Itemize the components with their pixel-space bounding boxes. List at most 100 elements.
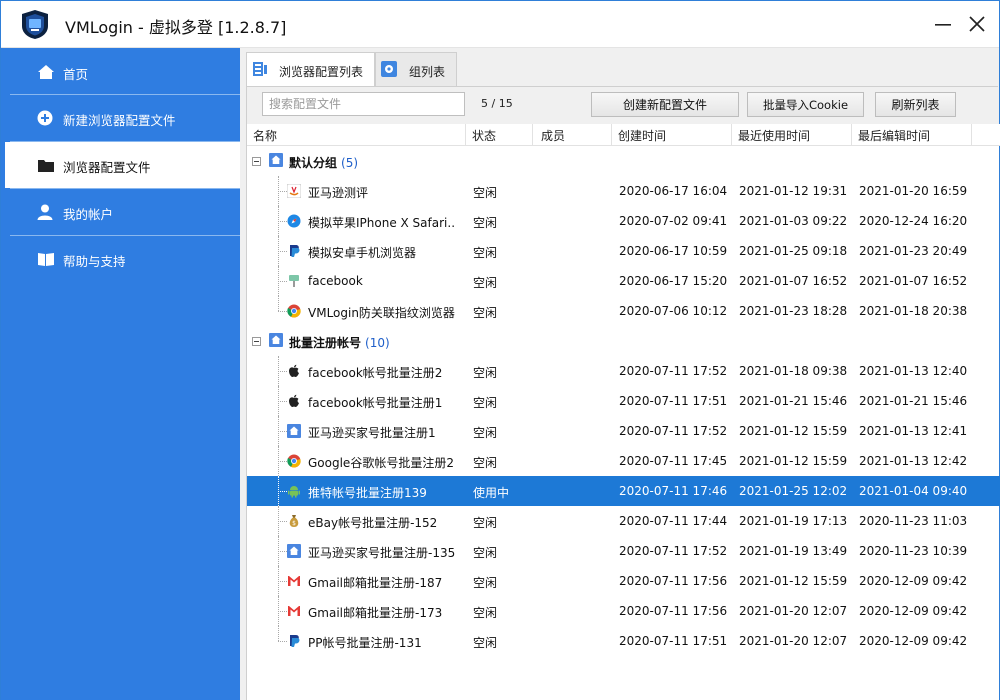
last-edited-time: 2021-01-13 12:42	[859, 454, 968, 468]
close-button[interactable]	[964, 11, 990, 37]
profile-status: 空闲	[473, 306, 498, 320]
sidebar-item-help[interactable]: 帮助与支持	[1, 236, 240, 282]
last-used-time: 2021-01-12 15:59	[739, 574, 848, 588]
created-time: 2020-07-11 17:51	[619, 394, 728, 408]
created-time: 2020-06-17 15:20	[619, 274, 728, 288]
profile-status: 空闲	[473, 636, 498, 650]
column-header-last-edited[interactable]: 最后编辑时间	[858, 127, 930, 144]
last-edited-time: 2020-12-09 09:42	[859, 574, 968, 588]
chrome-icon	[287, 304, 301, 318]
profile-status: 空闲	[473, 546, 498, 560]
table-row[interactable]: 模拟苹果IPhone X Safari... 空闲 2020-07-02 09:…	[247, 206, 1000, 236]
close-icon	[969, 16, 985, 32]
created-time: 2020-07-06 10:12	[619, 304, 728, 318]
table-row[interactable]: facebook帐号批量注册2 空闲 2020-07-11 17:52 2021…	[247, 356, 1000, 386]
table-row[interactable]: 亚马逊测评 空闲 2020-06-17 16:04 2021-01-12 19:…	[247, 176, 1000, 206]
group-title: 默认分组	[289, 156, 338, 170]
profile-status: 空闲	[473, 516, 498, 530]
group-name: 默认分组 (5)	[289, 154, 358, 171]
table-row[interactable]: 亚马逊买家号批量注册-135 空闲 2020-07-11 17:52 2021-…	[247, 536, 1000, 566]
home-square-icon	[287, 424, 301, 438]
table-row[interactable]: $ eBay帐号批量注册-152 空闲 2020-07-11 17:44 202…	[247, 506, 1000, 536]
tab-profile-list[interactable]: 浏览器配置列表	[246, 52, 375, 86]
column-header-last-used[interactable]: 最近使用时间	[738, 127, 810, 144]
gear-icon	[381, 61, 397, 77]
last-used-time: 2021-01-18 09:38	[739, 364, 848, 378]
tab-label: 组列表	[409, 65, 446, 79]
group-row-default[interactable]: 默认分组 (5)	[247, 146, 1000, 176]
column-header-status[interactable]: 状态	[472, 127, 496, 144]
svg-text:$: $	[292, 520, 296, 527]
last-used-time: 2021-01-25 12:02	[739, 484, 848, 498]
search-input[interactable]	[262, 92, 465, 116]
sidebar-item-profiles[interactable]: 浏览器配置文件	[1, 142, 240, 188]
collapse-toggle-icon[interactable]	[252, 157, 261, 166]
group-row-batch[interactable]: 批量注册帐号 (10)	[247, 326, 1000, 356]
app-window: VMLogin - 虚拟多登 [1.2.8.7] 首页 新建浏览器配置文件 浏览…	[0, 0, 1000, 700]
last-edited-time: 2020-12-09 09:42	[859, 604, 968, 618]
gmail-icon	[288, 576, 300, 586]
user-icon	[37, 204, 53, 220]
column-divider	[611, 124, 612, 146]
table-row-selected[interactable]: 推特帐号批量注册139 使用中 2020-07-11 17:46 2021-01…	[247, 476, 1000, 506]
last-edited-time: 2020-12-24 16:20	[859, 214, 968, 228]
last-used-time: 2021-01-23 18:28	[739, 304, 848, 318]
sidebar-item-new-profile[interactable]: 新建浏览器配置文件	[1, 95, 240, 141]
created-time: 2020-07-11 17:56	[619, 604, 728, 618]
tab-group-list[interactable]: 组列表	[375, 52, 457, 86]
last-edited-time: 2020-12-09 09:42	[859, 634, 968, 648]
profile-table: 名称 状态 成员 创建时间 最近使用时间 最后编辑时间 默认分组 (5) 亚马逊…	[246, 124, 1000, 700]
table-row[interactable]: Gmail邮箱批量注册-173 空闲 2020-07-11 17:56 2021…	[247, 596, 1000, 626]
table-row[interactable]: facebook 空闲 2020-06-17 15:20 2021-01-07 …	[247, 266, 1000, 296]
column-header-members[interactable]: 成员	[541, 127, 565, 144]
column-divider	[971, 124, 972, 146]
profile-status: 空闲	[473, 396, 498, 410]
column-header-name[interactable]: 名称	[253, 127, 277, 144]
created-time: 2020-07-11 17:52	[619, 424, 728, 438]
last-used-time: 2021-01-03 09:22	[739, 214, 848, 228]
last-edited-time: 2021-01-04 09:40	[859, 484, 968, 498]
apple-icon	[289, 394, 299, 407]
last-used-time: 2021-01-19 17:13	[739, 514, 848, 528]
import-cookie-button[interactable]: 批量导入Cookie	[747, 92, 864, 117]
last-used-time: 2021-01-20 12:07	[739, 634, 848, 648]
last-edited-time: 2021-01-20 16:59	[859, 184, 968, 198]
sidebar: 首页 新建浏览器配置文件 浏览器配置文件 我的帐户 帮助与支持	[1, 48, 261, 700]
book-icon	[38, 253, 54, 266]
created-time: 2020-06-17 10:59	[619, 244, 728, 258]
toolbar: 5 / 15 创建新配置文件 批量导入Cookie 刷新列表	[246, 86, 998, 124]
table-row[interactable]: Google谷歌帐号批量注册2 空闲 2020-07-11 17:45 2021…	[247, 446, 1000, 476]
sidebar-item-home[interactable]: 首页	[1, 49, 240, 95]
refresh-list-button[interactable]: 刷新列表	[875, 92, 956, 117]
profile-status: 空闲	[473, 576, 498, 590]
table-row[interactable]: 模拟安卓手机浏览器 空闲 2020-06-17 10:59 2021-01-25…	[247, 236, 1000, 266]
group-home-icon	[269, 333, 283, 347]
create-profile-button[interactable]: 创建新配置文件	[591, 92, 739, 117]
table-row[interactable]: PP帐号批量注册-131 空闲 2020-07-11 17:51 2021-01…	[247, 626, 1000, 656]
list-icon	[253, 62, 267, 76]
money-bag-icon: $	[289, 515, 299, 527]
created-time: 2020-06-17 16:04	[619, 184, 728, 198]
last-edited-time: 2020-11-23 11:03	[859, 514, 968, 528]
table-row[interactable]: 亚马逊买家号批量注册1 空闲 2020-07-11 17:52 2021-01-…	[247, 416, 1000, 446]
table-row[interactable]: Gmail邮箱批量注册-187 空闲 2020-07-11 17:56 2021…	[247, 566, 1000, 596]
sidebar-item-account[interactable]: 我的帐户	[1, 189, 240, 235]
collapse-toggle-icon[interactable]	[252, 337, 261, 346]
profile-status: 空闲	[473, 366, 498, 380]
table-row[interactable]: VMLogin防关联指纹浏览器 空闲 2020-07-06 10:12 2021…	[247, 296, 1000, 326]
title-bar[interactable]: VMLogin - 虚拟多登 [1.2.8.7]	[1, 1, 999, 48]
profile-name: 模拟苹果IPhone X Safari...	[308, 216, 456, 230]
last-used-time: 2021-01-21 15:46	[739, 394, 848, 408]
created-time: 2020-07-11 17:46	[619, 484, 728, 498]
window-title: VMLogin - 虚拟多登 [1.2.8.7]	[65, 18, 287, 37]
column-header-created[interactable]: 创建时间	[618, 127, 666, 144]
minimize-button[interactable]	[930, 11, 956, 37]
gmail-icon	[288, 606, 300, 616]
last-edited-time: 2021-01-13 12:40	[859, 364, 968, 378]
profile-name: Google谷歌帐号批量注册2	[308, 456, 454, 470]
profile-status: 空闲	[473, 276, 498, 290]
paypal-icon	[290, 245, 300, 257]
last-used-time: 2021-01-20 12:07	[739, 604, 848, 618]
table-row[interactable]: facebook帐号批量注册1 空闲 2020-07-11 17:51 2021…	[247, 386, 1000, 416]
profile-status: 空闲	[473, 216, 498, 230]
